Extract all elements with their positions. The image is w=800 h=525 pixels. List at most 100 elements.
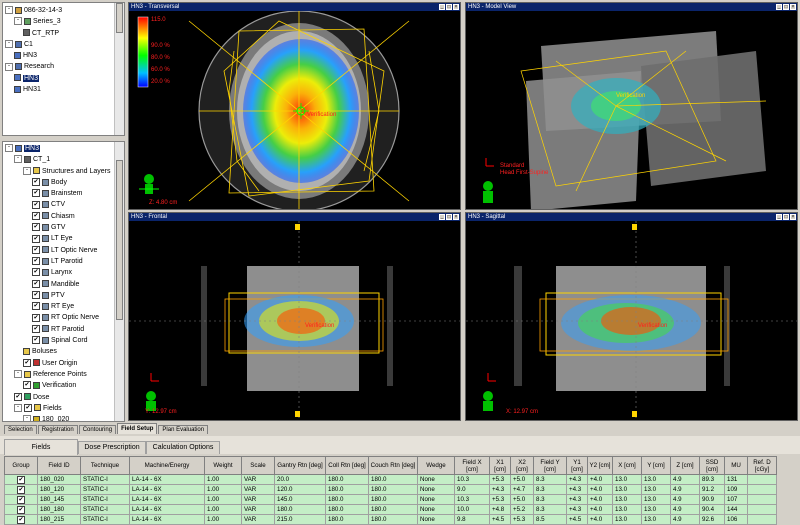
table-cell[interactable]: LA-14 - 6X (129, 494, 205, 505)
table-cell[interactable]: +5.0 (510, 474, 534, 485)
patient-tree-item[interactable]: CT_RTP (5, 28, 124, 39)
plan-tree-item[interactable]: ✔ RT Eye (5, 301, 124, 312)
table-cell[interactable]: STATIC-I (80, 474, 130, 485)
plan-tree-item[interactable]: - Structures and Layers (5, 166, 124, 177)
table-cell[interactable]: 1.00 (204, 474, 242, 485)
plan-tree-scrollbar[interactable] (114, 142, 124, 421)
table-cell[interactable]: VAR (241, 474, 275, 485)
plan-tree-item[interactable]: ✔ CTV (5, 199, 124, 210)
plan-tree-item[interactable]: ✔ Body (5, 177, 124, 188)
patient-tree-scrollbar[interactable] (114, 3, 124, 135)
table-cell[interactable]: 4.9 (670, 494, 700, 505)
table-cell[interactable]: 9.0 (454, 484, 490, 495)
group-checkbox[interactable]: ✔ (17, 486, 25, 494)
close-icon[interactable]: × (790, 4, 796, 10)
tab-registration[interactable]: Registration (37, 425, 78, 434)
column-header[interactable]: SSD [cm] (699, 456, 725, 475)
minimize-icon[interactable]: _ (776, 214, 782, 220)
visibility-checkbox[interactable]: ✔ (32, 313, 40, 322)
group-checkbox[interactable]: ✔ (17, 476, 25, 484)
table-cell[interactable]: +4.3 (566, 494, 588, 505)
table-cell[interactable]: 180.0 (368, 514, 418, 525)
column-header[interactable]: MU (724, 456, 748, 475)
table-cell[interactable]: 1.00 (204, 514, 242, 525)
table-cell[interactable]: 8.3 (533, 484, 567, 495)
minimize-icon[interactable]: _ (776, 4, 782, 10)
table-cell[interactable]: +4.0 (587, 484, 613, 495)
group-checkbox-cell[interactable]: ✔ (4, 514, 38, 525)
table-cell[interactable]: VAR (241, 514, 275, 525)
collapse-icon[interactable]: - (5, 40, 13, 49)
column-header[interactable]: Gantry Rtn [deg] (274, 456, 326, 475)
table-cell[interactable]: +4.0 (587, 514, 613, 525)
plan-tree-item[interactable]: - ✔ Fields (5, 403, 124, 414)
table-cell[interactable]: +4.0 (587, 504, 613, 515)
plan-tree-item[interactable]: - 180_020 (5, 414, 124, 421)
table-cell[interactable]: +4.3 (566, 474, 588, 485)
table-cell[interactable]: +4.3 (566, 484, 588, 495)
table-cell[interactable]: 1.00 (204, 494, 242, 505)
minimize-icon[interactable]: _ (439, 4, 445, 10)
table-cell[interactable]: 10.3 (454, 474, 490, 485)
column-header[interactable]: Field X [cm] (454, 456, 490, 475)
table-row[interactable]: ✔ 180_020 STATIC-I LA-14 - 6X 1.00 VAR 20.0 180… (4, 474, 777, 485)
table-cell[interactable]: +5.2 (510, 504, 534, 515)
plan-tree-item[interactable]: ✔ User Origin (5, 358, 124, 369)
column-header[interactable]: Ref. D [cGy] (747, 456, 777, 475)
table-cell[interactable]: 91.2 (699, 484, 725, 495)
column-header[interactable]: X [cm] (612, 456, 642, 475)
collapse-icon[interactable]: - (14, 370, 22, 379)
table-cell[interactable]: 4.9 (670, 504, 700, 515)
table-cell[interactable]: +5.0 (510, 494, 534, 505)
collapse-icon[interactable]: - (5, 6, 13, 15)
table-cell[interactable]: +4.3 (489, 484, 511, 495)
visibility-checkbox[interactable]: ✔ (32, 336, 40, 345)
column-header[interactable]: Machine/Energy (129, 456, 205, 475)
group-checkbox-cell[interactable]: ✔ (4, 504, 38, 515)
plan-tree-item[interactable]: - HN3 (5, 143, 124, 154)
visibility-checkbox[interactable]: ✔ (24, 403, 32, 412)
table-cell[interactable]: LA-14 - 6X (129, 504, 205, 515)
column-header[interactable]: Scale (241, 456, 275, 475)
table-cell[interactable]: 109 (724, 484, 748, 495)
table-cell[interactable]: 10.3 (454, 494, 490, 505)
table-cell[interactable]: STATIC-I (80, 494, 130, 505)
plan-tree-item[interactable]: - Reference Points (5, 369, 124, 380)
table-cell[interactable]: 8.5 (533, 514, 567, 525)
table-cell[interactable]: 107 (724, 494, 748, 505)
table-cell[interactable]: None (417, 494, 455, 505)
plan-tree-item[interactable]: ✔ LT Eye (5, 233, 124, 244)
table-cell[interactable] (747, 504, 777, 515)
visibility-checkbox[interactable]: ✔ (32, 268, 40, 277)
table-cell[interactable]: 180.0 (325, 494, 369, 505)
table-cell[interactable]: 180.0 (325, 504, 369, 515)
table-cell[interactable]: 180.0 (325, 474, 369, 485)
sagittal-view[interactable]: HN3 - Sagittal _ □ × Verification X: 12.97… (465, 212, 798, 421)
close-icon[interactable]: × (453, 214, 459, 220)
table-cell[interactable]: +4.0 (587, 494, 613, 505)
patient-tree-item[interactable]: - Series_3 (5, 16, 124, 27)
close-icon[interactable]: × (790, 214, 796, 220)
visibility-checkbox[interactable]: ✔ (32, 324, 40, 333)
plan-tree-item[interactable]: ✔ RT Parotid (5, 324, 124, 335)
table-cell[interactable]: +4.0 (587, 474, 613, 485)
visibility-checkbox[interactable]: ✔ (32, 178, 40, 187)
column-header[interactable]: Z [cm] (670, 456, 700, 475)
column-header[interactable]: Field Y [cm] (533, 456, 567, 475)
collapse-icon[interactable]: - (14, 155, 22, 164)
tab-contouring[interactable]: Contouring (78, 425, 117, 434)
visibility-checkbox[interactable]: ✔ (32, 257, 40, 266)
plan-tree-item[interactable]: ✔ Chiasm (5, 211, 124, 222)
patient-tree-item[interactable]: HN31 (5, 84, 124, 95)
visibility-checkbox[interactable]: ✔ (32, 189, 40, 198)
table-cell[interactable]: +5.3 (510, 514, 534, 525)
visibility-checkbox[interactable]: ✔ (23, 358, 31, 367)
table-cell[interactable]: 1.00 (204, 504, 242, 515)
column-header[interactable]: Weight (204, 456, 242, 475)
table-cell[interactable]: 90.4 (699, 504, 725, 515)
plan-tree-item[interactable]: ✔ GTV (5, 222, 124, 233)
tab-selection[interactable]: Selection (4, 425, 37, 434)
tab-dose-prescription[interactable]: Dose Prescription (78, 441, 146, 454)
close-icon[interactable]: × (453, 4, 459, 10)
visibility-checkbox[interactable]: ✔ (14, 392, 22, 401)
